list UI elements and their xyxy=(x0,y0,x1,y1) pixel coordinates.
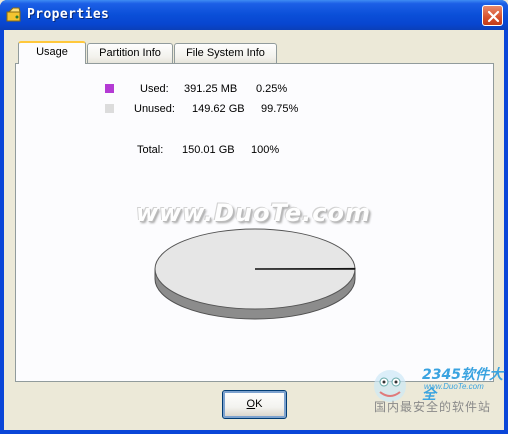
properties-window: Properties Usage Partition Info File Sys… xyxy=(0,0,508,434)
unused-size: 149.62 GB xyxy=(192,103,245,115)
total-percent: 100% xyxy=(251,144,280,156)
unused-legend-swatch xyxy=(105,104,114,113)
brand-url: www.DuoTe.com xyxy=(424,382,484,391)
total-label: Total: xyxy=(137,144,164,156)
tab-usage[interactable]: Usage xyxy=(18,41,86,64)
tab-file-system-info[interactable]: File System Info xyxy=(174,43,277,63)
window-title: Properties xyxy=(27,7,110,22)
tab-partition-info[interactable]: Partition Info xyxy=(87,43,173,63)
usage-pie-chart xyxy=(154,228,356,320)
used-label: Used: xyxy=(140,83,169,95)
drive-properties-icon xyxy=(6,7,21,22)
unused-label: Unused: xyxy=(134,103,175,115)
brand-slogan: 国内最安全的软件站 xyxy=(374,400,492,414)
used-size: 391.25 MB xyxy=(184,83,238,95)
title-bar[interactable]: Properties xyxy=(0,0,508,30)
watermark-text: www.DuoTe.com xyxy=(136,199,371,227)
usage-panel: Used: 391.25 MB 0.25% Unused: 149.62 GB … xyxy=(15,63,494,382)
ok-button[interactable]: OK xyxy=(222,390,287,419)
ok-accelerator: O xyxy=(246,398,256,410)
unused-percent: 99.75% xyxy=(261,103,299,115)
close-button[interactable] xyxy=(482,5,503,26)
used-percent: 0.25% xyxy=(256,83,288,95)
dialog-client-area: Usage Partition Info File System Info Us… xyxy=(4,30,504,430)
total-size: 150.01 GB xyxy=(182,144,235,156)
close-icon xyxy=(487,10,500,23)
used-legend-swatch xyxy=(105,84,114,93)
